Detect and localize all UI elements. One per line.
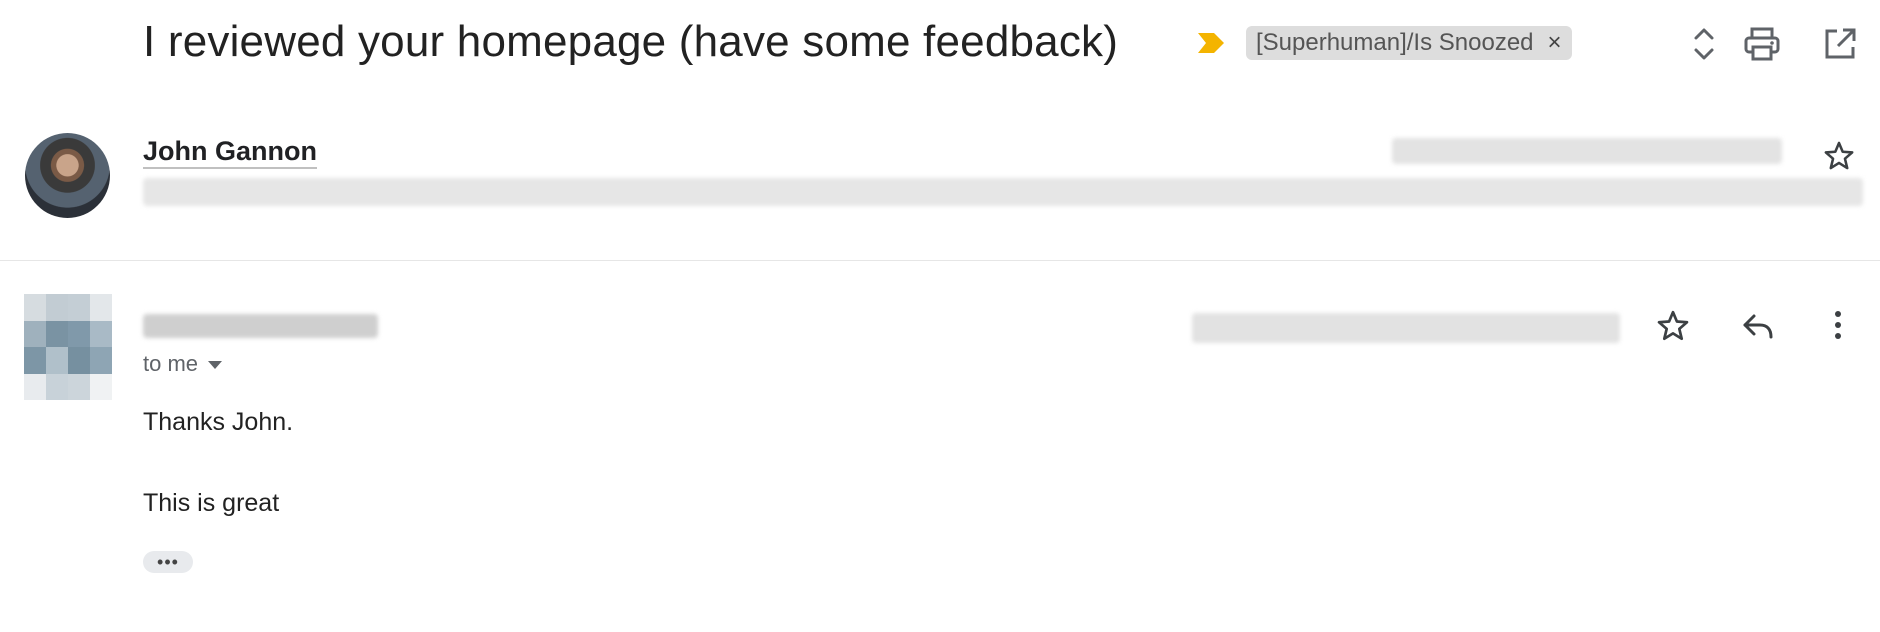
reply-icon[interactable]: [1740, 310, 1776, 344]
chevron-down-icon: [208, 361, 223, 369]
email-subject: I reviewed your homepage (have some feed…: [143, 17, 1119, 66]
open-in-new-window-icon[interactable]: [1818, 22, 1862, 66]
message-body-line: This is great: [143, 489, 280, 517]
sender-avatar[interactable]: [25, 133, 110, 218]
show-trimmed-content-button[interactable]: •••: [143, 551, 193, 573]
redacted-date-2: [1192, 313, 1620, 343]
message-divider: [0, 260, 1880, 261]
recipient-label: to me: [143, 351, 199, 376]
remove-label-icon[interactable]: ×: [1548, 29, 1562, 57]
redacted-snippet: [143, 178, 1863, 206]
star-outline-icon[interactable]: [1655, 308, 1691, 344]
sender-avatar-pixelated[interactable]: [24, 294, 112, 400]
print-icon[interactable]: [1740, 22, 1784, 66]
redacted-date: [1392, 138, 1782, 164]
label-chip[interactable]: [Superhuman]/Is Snoozed ×: [1246, 26, 1572, 60]
star-outline-icon[interactable]: [1822, 139, 1856, 173]
label-chip-text: [Superhuman]/Is Snoozed: [1256, 29, 1534, 56]
redacted-sender-name: [143, 314, 378, 338]
expand-collapse-icon[interactable]: [1682, 22, 1726, 66]
sender-name[interactable]: John Gannon: [143, 136, 317, 169]
recipient-dropdown[interactable]: to me: [143, 351, 223, 377]
important-marker-icon[interactable]: [1196, 30, 1226, 56]
more-vert-icon[interactable]: [1830, 308, 1846, 342]
message-body-line: Thanks John.: [143, 408, 294, 436]
